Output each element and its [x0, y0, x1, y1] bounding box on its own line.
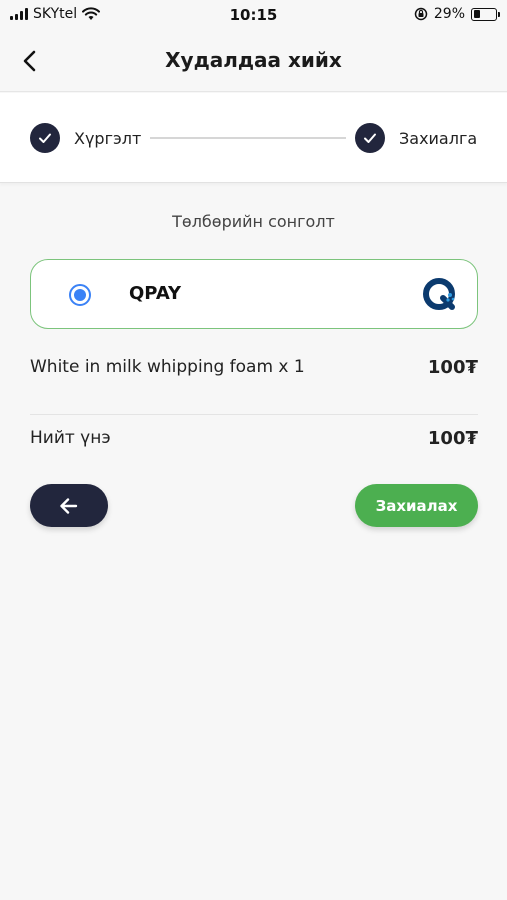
- place-order-button[interactable]: Захиалах: [355, 484, 478, 527]
- check-icon: [355, 123, 385, 153]
- payment-section-title: Төлбөрийн сонголт: [172, 212, 335, 231]
- order-item-name: White in milk whipping foam x 1: [30, 357, 305, 377]
- step-order[interactable]: Захиалга: [355, 123, 477, 153]
- order-item-row: White in milk whipping foam x 1 100₮: [30, 357, 478, 378]
- divider: [30, 414, 478, 415]
- status-bar: SKYtel 10:15 29%: [0, 0, 507, 30]
- radio-selected-icon[interactable]: [69, 284, 91, 306]
- step-connector: [150, 137, 346, 139]
- page-title: Худалдаа хийх: [165, 48, 342, 72]
- qpay-logo-icon: [423, 278, 455, 310]
- battery-percent: 29%: [433, 6, 465, 22]
- checkout-stepper: Хүргэлт Захиалга: [0, 93, 507, 183]
- battery-icon: [471, 7, 500, 21]
- orientation-lock-icon: [414, 7, 428, 21]
- header: Худалдаа хийх: [0, 30, 507, 92]
- total-price: 100₮: [427, 428, 478, 449]
- arrow-left-icon: [60, 497, 78, 514]
- payment-option-qpay[interactable]: QPAY: [30, 259, 478, 329]
- payment-option-label: QPAY: [129, 283, 182, 304]
- order-total-row: Нийт үнэ 100₮: [30, 428, 478, 449]
- check-icon: [30, 123, 60, 153]
- total-label: Нийт үнэ: [30, 428, 111, 448]
- order-item-price: 100₮: [427, 357, 478, 378]
- status-right: 29%: [414, 6, 500, 22]
- back-button[interactable]: [30, 484, 108, 527]
- step-label: Хүргэлт: [74, 128, 142, 148]
- step-delivery[interactable]: Хүргэлт: [30, 123, 141, 153]
- step-label: Захиалга: [399, 128, 478, 148]
